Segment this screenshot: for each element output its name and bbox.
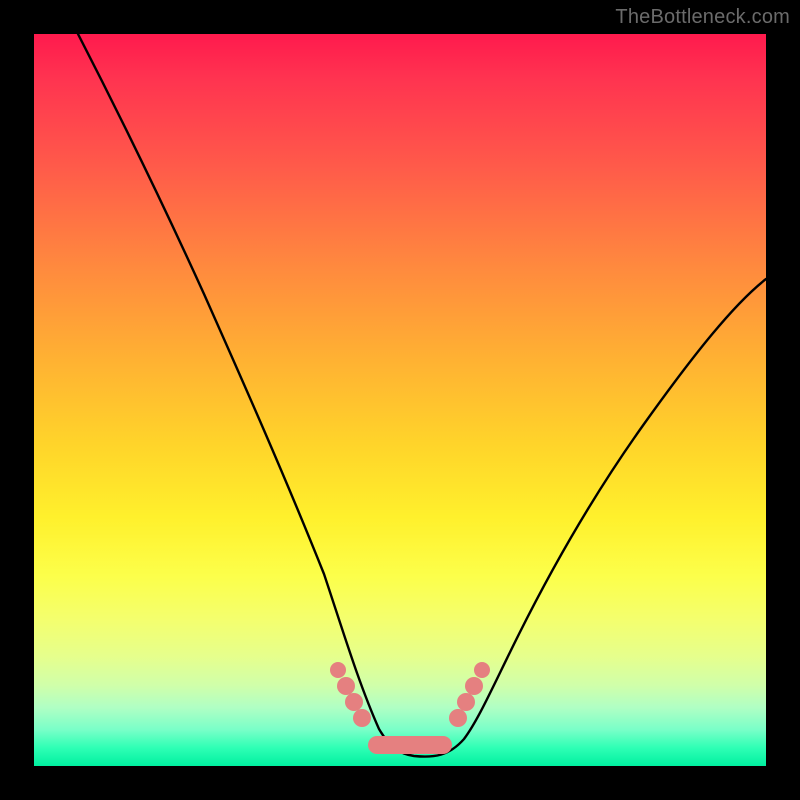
chart-frame: TheBottleneck.com [0,0,800,800]
marker-dot [345,693,363,711]
watermark-text: TheBottleneck.com [615,6,790,29]
marker-dot [474,662,490,678]
plot-area [34,34,766,766]
marker-dot [353,709,371,727]
marker-pill [368,736,452,754]
marker-dot [330,662,346,678]
bottleneck-curve [78,34,766,757]
marker-dot [465,677,483,695]
curve-layer [34,34,766,766]
marker-dot [457,693,475,711]
marker-dot [337,677,355,695]
marker-dot [449,709,467,727]
